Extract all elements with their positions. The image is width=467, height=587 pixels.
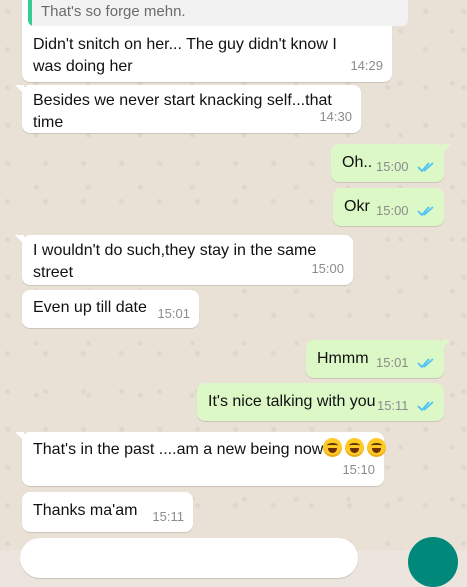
message-text: Hmmm (317, 350, 369, 367)
message-meta: 15:11 (377, 395, 435, 417)
read-receipt-icon (417, 162, 434, 173)
message-text: Besides we never start knacking self...t… (33, 92, 332, 131)
message-text-line: That's in the past ....am a new being no… (33, 438, 389, 461)
message-incoming[interactable]: That's so forge mehn. Didn't snitch on h… (22, 0, 408, 82)
message-incoming[interactable]: Thanks ma'am 15:11 (22, 492, 193, 532)
message-time: 15:10 (342, 462, 375, 477)
message-outgoing[interactable]: Hmmm 15:01 (306, 340, 451, 378)
message-time: 15:11 (376, 398, 409, 413)
message-text: Even up till date (33, 299, 147, 316)
message-meta: 15:00 (376, 156, 435, 178)
rolling-on-floor-laughing-icon (367, 438, 387, 457)
message-incoming[interactable]: Besides we never start knacking self...t… (15, 85, 361, 133)
message-text: That's in the past ....am a new being no… (33, 441, 324, 458)
message-time: 15:00 (376, 203, 409, 218)
message-text: Okr (344, 198, 370, 215)
message-outgoing[interactable]: It's nice talking with you 15:11 (197, 383, 444, 421)
rolling-on-floor-laughing-icon (323, 438, 343, 457)
message-meta: 15:01 (376, 352, 435, 374)
message-time: 15:11 (152, 509, 184, 524)
message-time: 15:00 (376, 159, 409, 174)
message-outgoing[interactable]: Okr 15:00 (333, 188, 444, 226)
quoted-text: That's so forge mehn. (41, 3, 186, 20)
message-text: I wouldn't do such,they stay in the same… (33, 242, 317, 281)
message-meta: 15:00 (376, 200, 435, 222)
quote-bar (28, 0, 32, 26)
message-time: 15:01 (157, 306, 190, 321)
read-receipt-icon (417, 358, 434, 369)
message-outgoing[interactable]: Oh.. 15:00 (331, 144, 451, 182)
rolling-on-floor-laughing-icon (345, 438, 365, 457)
message-time: 14:29 (350, 58, 383, 73)
message-time: 15:01 (376, 355, 409, 370)
message-incoming[interactable]: Even up till date 15:01 (22, 290, 199, 328)
message-input[interactable] (20, 538, 358, 578)
message-incoming[interactable]: I wouldn't do such,they stay in the same… (15, 235, 353, 285)
mic-button[interactable] (408, 537, 458, 587)
message-text: Thanks ma'am (33, 502, 138, 519)
quoted-message[interactable]: That's so forge mehn. (28, 0, 408, 26)
message-time: 14:30 (319, 109, 352, 124)
message-incoming[interactable]: That's in the past ....am a new being no… (15, 432, 387, 486)
read-receipt-icon (417, 401, 434, 412)
read-receipt-icon (417, 206, 434, 217)
message-text: It's nice talking with you (208, 393, 376, 410)
message-text: Didn't snitch on her... The guy didn't k… (33, 36, 337, 75)
message-text: Oh.. (342, 154, 373, 171)
message-time: 15:00 (311, 261, 344, 276)
